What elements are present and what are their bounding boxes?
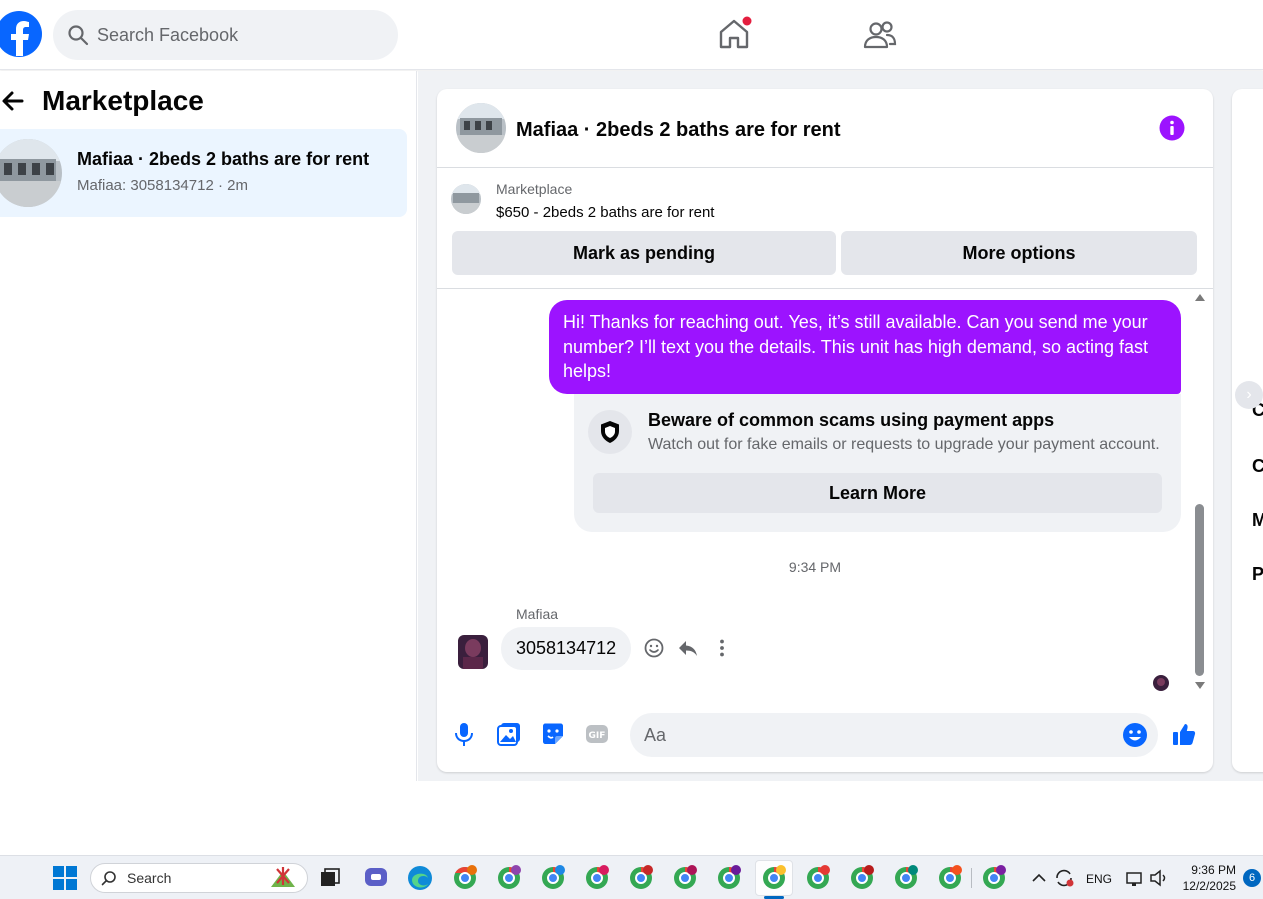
clock-date[interactable]: 12/2/2025 [1180,879,1236,893]
clock-time[interactable]: 9:36 PM [1190,863,1236,877]
listing-thumbnail [0,139,62,207]
react-emoji-icon[interactable] [643,637,665,659]
scam-warning-title: Beware of common scams using payment app… [648,410,1055,430]
edge-browser-icon[interactable] [406,864,434,892]
listing-banner: Marketplace $650 - 2beds 2 baths are for… [437,169,1213,289]
incoming-message[interactable]: 3058134712 [501,627,632,670]
read-receipt-avatar [1153,675,1169,691]
emoji-icon[interactable] [1122,722,1148,748]
network-icon[interactable] [1124,864,1146,892]
listing-thumbnail-small[interactable] [451,184,481,214]
right-panel-item[interactable]: P [1252,564,1263,585]
windows-taskbar: Search ENG 9:36 PM 12/2/2025 6 [0,855,1263,899]
message-input[interactable] [644,722,1104,748]
left-panel: Marketplace Mafiaa · 2beds 2 baths are f… [0,71,417,781]
home-icon[interactable] [716,16,752,52]
chrome-icon[interactable] [760,864,788,892]
marketplace-header: Marketplace [0,85,204,117]
chrome-icon[interactable] [892,864,920,892]
chat-avatar[interactable] [456,103,506,153]
chrome-icon[interactable] [715,864,743,892]
reply-icon[interactable] [677,637,699,659]
taskbar-search[interactable]: Search [90,863,308,893]
chrome-icon[interactable] [583,864,611,892]
right-panel-item[interactable]: M [1252,510,1263,531]
conversation-preview: Mafiaa: 3058134712 · 2m [77,177,248,194]
listing-title[interactable]: $650 - 2beds 2 baths are for rent [496,204,714,221]
chrome-icon[interactable] [451,864,479,892]
sync-icon[interactable] [1052,864,1076,892]
chevron-up-icon[interactable] [1029,864,1049,892]
taskbar-search-label: Search [127,870,172,886]
shield-icon [601,421,619,443]
scroll-up-arrow[interactable] [1195,294,1205,301]
mark-as-pending-button[interactable]: Mark as pending [452,231,836,275]
windows-start-icon[interactable] [51,864,79,892]
chrome-icon[interactable] [980,864,1008,892]
scam-warning-description: Watch out for fake emails or requests to… [648,436,1160,453]
message-actions [643,637,733,659]
chrome-icon[interactable] [539,864,567,892]
chrome-icon[interactable] [848,864,876,892]
sender-avatar[interactable] [458,635,488,669]
chrome-icon[interactable] [671,864,699,892]
info-icon[interactable] [1159,115,1185,141]
top-navbar [0,0,1263,70]
taskbar-divider [971,868,972,888]
message-timestamp: 9:34 PM [788,559,842,575]
task-view-icon[interactable] [316,864,344,892]
search-bar[interactable] [53,10,398,60]
more-vertical-icon[interactable] [711,637,733,659]
photo-icon[interactable] [496,721,522,747]
message-composer: GIF [437,709,1213,764]
sender-name: Mafiaa [516,606,559,622]
chat-title[interactable]: Mafiaa · 2beds 2 baths are for rent [516,119,841,142]
conversation-item[interactable]: Mafiaa · 2beds 2 baths are for rent Mafi… [0,129,407,217]
volume-icon[interactable] [1148,864,1170,892]
search-icon [101,871,116,886]
page-title: Marketplace [42,85,204,116]
search-input[interactable] [97,24,377,46]
chrome-icon[interactable] [495,864,523,892]
scroll-thumb[interactable] [1195,504,1204,676]
sticker-icon[interactable] [540,721,566,747]
shield-icon-wrap [588,410,632,454]
conversation-title: Mafiaa · 2beds 2 baths are for rent [77,149,370,169]
chrome-icon[interactable] [936,864,964,892]
chevron-right-icon[interactable]: › [1235,381,1263,409]
right-details-panel: C C M P [1232,89,1263,772]
chat-panel: Mafiaa · 2beds 2 baths are for rent Mark… [437,89,1213,772]
facebook-logo-icon[interactable] [0,10,43,58]
scroll-down-arrow[interactable] [1195,682,1205,689]
chat-header: Mafiaa · 2beds 2 baths are for rent [437,89,1213,168]
message-input-wrap[interactable] [630,713,1158,757]
scam-warning-card: Beware of common scams using payment app… [574,394,1181,532]
search-highlight-icon [271,867,295,887]
right-panel-item[interactable]: C [1252,456,1263,477]
search-icon [68,25,89,46]
notification-badge[interactable]: 6 [1243,869,1261,887]
chrome-icon[interactable] [627,864,655,892]
learn-more-button[interactable]: Learn More [593,473,1162,513]
like-icon[interactable] [1171,721,1197,747]
listing-source: Marketplace [496,181,573,197]
microphone-icon[interactable] [451,721,477,747]
back-arrow-icon[interactable] [0,86,30,116]
chat-scrollbar[interactable] [1193,294,1207,694]
friends-icon[interactable] [862,18,898,54]
outgoing-message[interactable]: Hi! Thanks for reaching out. Yes, it’s s… [549,300,1181,394]
svg-text:GIF: GIF [589,731,606,741]
language-indicator[interactable]: ENG [1086,872,1112,886]
chat-app-icon[interactable] [362,864,390,892]
gif-icon[interactable]: GIF [584,721,610,747]
more-options-button[interactable]: More options [841,231,1197,275]
chrome-icon[interactable] [804,864,832,892]
